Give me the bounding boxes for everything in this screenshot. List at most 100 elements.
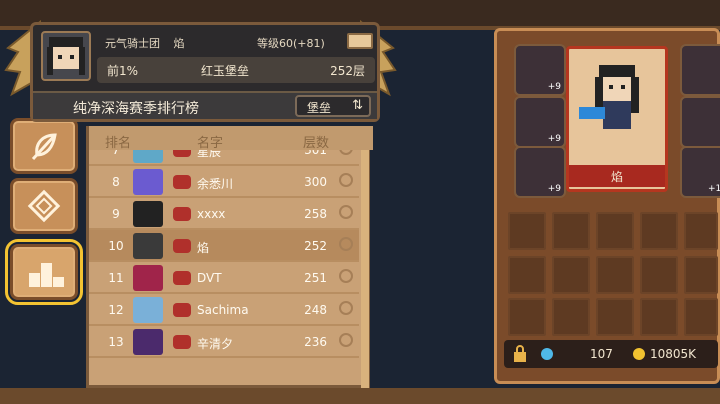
weapon-slot[interactable]: +9 bbox=[514, 44, 566, 96]
weapon-slot[interactable]: +10 bbox=[680, 146, 720, 198]
weapon-slot[interactable] bbox=[680, 44, 720, 96]
leaderboard-tab-button[interactable] bbox=[5, 239, 83, 305]
item-slot[interactable] bbox=[552, 298, 590, 336]
item-slot[interactable] bbox=[508, 298, 546, 336]
item-slot[interactable] bbox=[640, 298, 678, 336]
castle-filter-button[interactable]: 堡垒 ⇅ bbox=[295, 95, 371, 117]
diamond-tab-button[interactable] bbox=[10, 178, 78, 234]
rank-summary: 前1% 红玉堡垒 252层 bbox=[97, 57, 375, 83]
col-floors: 层数 bbox=[303, 136, 330, 151]
weapon-slot[interactable]: +9 bbox=[514, 96, 566, 148]
item-slot[interactable] bbox=[508, 212, 546, 250]
scroll-thumb[interactable] bbox=[361, 150, 369, 388]
gem-icon bbox=[541, 348, 553, 360]
player-avatar-icon bbox=[133, 150, 163, 163]
row-rank: 13 bbox=[108, 335, 124, 349]
filter-label: 堡垒 bbox=[307, 101, 332, 115]
player-card: 元气骑士团 焰 等级60(+81) 前1% 红玉堡垒 252层 纯净深海赛季排行… bbox=[30, 22, 380, 122]
castle-name: 红玉堡垒 bbox=[201, 64, 250, 78]
player-avatar[interactable] bbox=[41, 31, 91, 81]
row-name: 星辰 bbox=[197, 150, 222, 159]
resource-bar: 107 10805K bbox=[504, 340, 718, 368]
weapon-slot[interactable]: +9 bbox=[514, 146, 566, 198]
player-avatar-icon bbox=[133, 297, 163, 323]
item-slot[interactable] bbox=[640, 212, 678, 250]
weapon-slot[interactable] bbox=[680, 96, 720, 148]
table-row[interactable]: 13 辛清夕 236 bbox=[89, 326, 359, 358]
season-title: 纯净深海赛季排行榜 bbox=[73, 101, 199, 117]
bag-icon bbox=[173, 335, 191, 349]
item-slot[interactable] bbox=[596, 212, 634, 250]
hero-sprite-icon bbox=[579, 65, 639, 129]
lock-icon[interactable] bbox=[512, 345, 528, 363]
player-avatar-icon bbox=[133, 201, 163, 227]
item-slot[interactable] bbox=[684, 298, 718, 336]
col-rank: 排名 bbox=[105, 136, 132, 151]
feather-icon bbox=[31, 133, 57, 161]
bag-icon bbox=[173, 303, 191, 317]
guild-name: 元气骑士团 bbox=[105, 37, 160, 50]
gem-count: 107 bbox=[590, 347, 613, 361]
weapon-upgrade: +9 bbox=[547, 184, 561, 194]
inspect-icon[interactable] bbox=[339, 173, 353, 187]
board-rows[interactable]: 7 星辰 301 8 余悉川 300 9 xxxx 258 10 焰 252 1… bbox=[89, 150, 359, 388]
swap-icon: ⇅ bbox=[352, 98, 363, 113]
col-name: 名字 bbox=[197, 136, 224, 151]
item-slot[interactable] bbox=[552, 212, 590, 250]
leaderboard: 排名 名字 层数 7 星辰 301 8 余悉川 300 9 xxxx 258 1… bbox=[86, 126, 373, 388]
floor-count: 252层 bbox=[330, 64, 365, 78]
item-slot[interactable] bbox=[684, 256, 718, 294]
bag-icon bbox=[173, 239, 191, 253]
weapon-upgrade: +9 bbox=[547, 82, 561, 92]
item-slot[interactable] bbox=[640, 256, 678, 294]
scrollbar[interactable] bbox=[361, 150, 369, 388]
bag-icon bbox=[173, 271, 191, 285]
table-row[interactable]: 8 余悉川 300 bbox=[89, 166, 359, 198]
player-avatar-icon bbox=[133, 233, 163, 259]
item-slot[interactable] bbox=[596, 298, 634, 336]
bag-icon bbox=[173, 150, 191, 157]
table-row[interactable]: 12 Sachima 248 bbox=[89, 294, 359, 326]
row-name: DVT bbox=[197, 271, 222, 285]
row-rank: 7 bbox=[112, 150, 120, 157]
row-floors: 251 bbox=[304, 271, 327, 285]
inspect-icon[interactable] bbox=[339, 150, 353, 155]
rank-percent: 前1% bbox=[107, 64, 139, 78]
row-rank: 11 bbox=[108, 271, 124, 285]
player-avatar-icon bbox=[133, 329, 163, 355]
row-rank: 9 bbox=[112, 207, 120, 221]
inspect-icon[interactable] bbox=[339, 301, 353, 315]
hero-portrait-icon bbox=[47, 37, 85, 75]
row-name: Sachima bbox=[197, 303, 249, 317]
row-floors: 252 bbox=[304, 239, 327, 253]
inspect-icon[interactable] bbox=[339, 269, 353, 283]
inspect-icon[interactable] bbox=[339, 237, 353, 251]
item-slot[interactable] bbox=[684, 212, 718, 250]
player-name: 焰 bbox=[173, 37, 185, 50]
player-avatar-icon bbox=[133, 169, 163, 195]
inspect-icon[interactable] bbox=[339, 333, 353, 347]
inspect-icon[interactable] bbox=[339, 205, 353, 219]
board-header: 排名 名字 层数 bbox=[89, 126, 373, 151]
row-rank: 8 bbox=[112, 175, 120, 189]
coin-count: 10805K bbox=[650, 347, 697, 361]
table-row[interactable]: 9 xxxx 258 bbox=[89, 198, 359, 230]
podium-icon bbox=[29, 263, 64, 287]
bag-icon bbox=[173, 175, 191, 189]
table-row[interactable]: 7 星辰 301 bbox=[89, 150, 359, 166]
weapon-upgrade: +10 bbox=[708, 184, 720, 194]
row-rank: 10 bbox=[108, 239, 124, 253]
season-bar: 纯净深海赛季排行榜 堡垒 ⇅ bbox=[33, 91, 377, 119]
row-name: 余悉川 bbox=[197, 177, 234, 191]
bottom-bar-bg bbox=[0, 388, 720, 404]
bag-icon bbox=[173, 207, 191, 221]
table-row-self[interactable]: 10 焰 252 bbox=[89, 230, 359, 262]
row-floors: 248 bbox=[304, 303, 327, 317]
feather-tab-button[interactable] bbox=[10, 118, 78, 174]
player-level: 等级60(+81) bbox=[257, 37, 325, 50]
hero-portrait[interactable]: 焰 bbox=[566, 46, 668, 192]
item-slot[interactable] bbox=[552, 256, 590, 294]
table-row[interactable]: 11 DVT 251 bbox=[89, 262, 359, 294]
item-slot[interactable] bbox=[596, 256, 634, 294]
item-slot[interactable] bbox=[508, 256, 546, 294]
